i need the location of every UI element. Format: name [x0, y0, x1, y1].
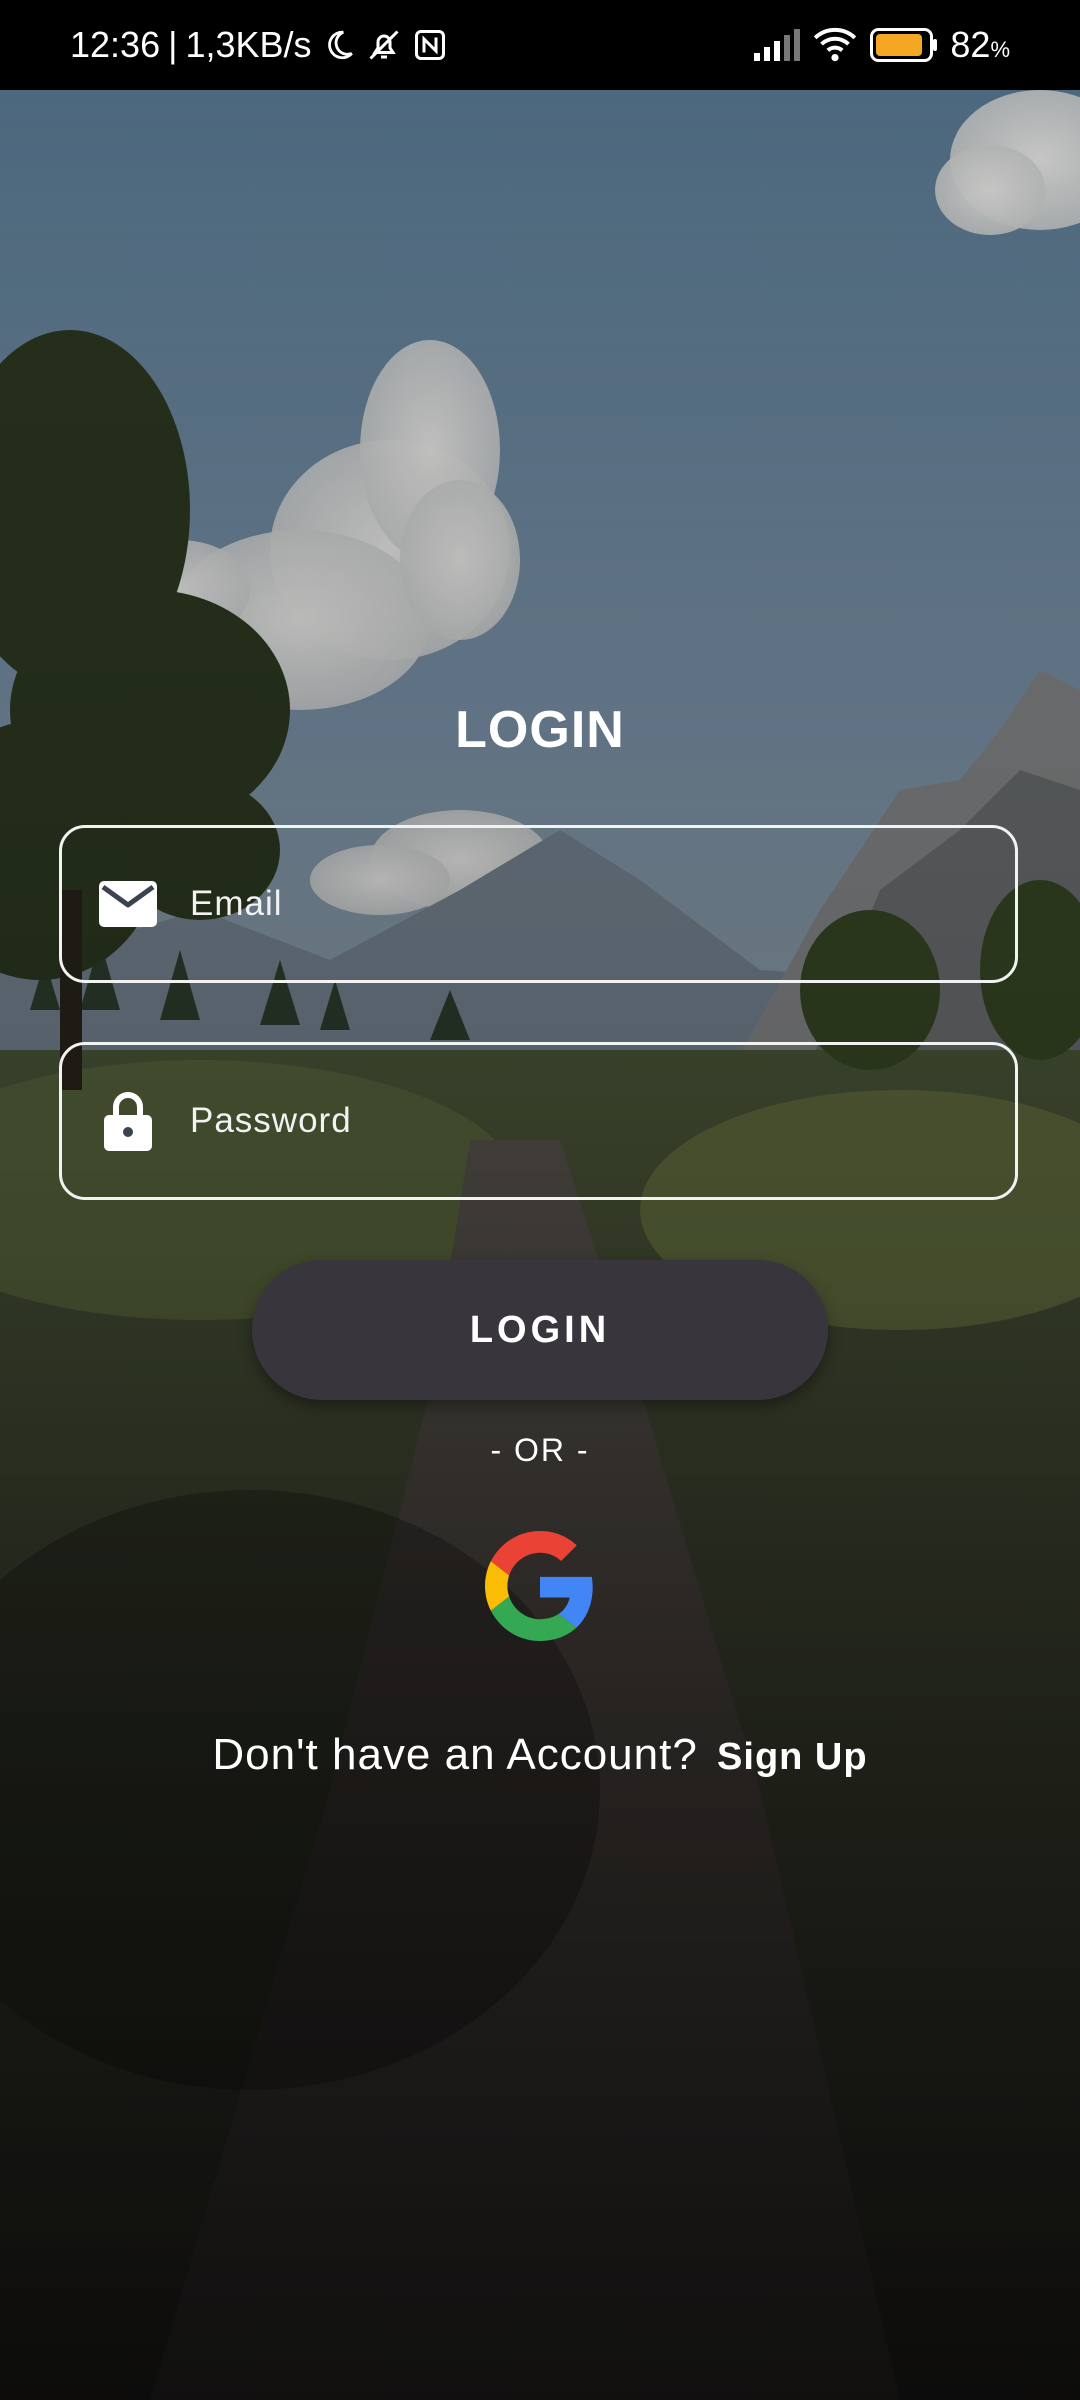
signup-link[interactable]: Sign Up — [717, 1736, 868, 1778]
network-speed: 1,3KB/s — [185, 24, 312, 65]
background-landscape-image — [0, 90, 1080, 2400]
mail-icon — [98, 874, 158, 934]
login-button[interactable]: LOGIN — [252, 1260, 828, 1400]
status-time: 12:36 — [70, 24, 161, 65]
login-screen: 12:36 | 1,3KB/s 82% LOGIN Email LOGIN - … — [0, 0, 1080, 2400]
wifi-icon — [812, 27, 858, 63]
or-divider: - OR - — [490, 1432, 590, 1468]
email-field[interactable] — [59, 825, 1018, 983]
email-input[interactable] — [188, 883, 1015, 925]
signup-row: Don't have an Account? Sign Up — [0, 1730, 1080, 1780]
status-bar: 12:36 | 1,3KB/s 82% — [0, 0, 1080, 90]
signal-icon — [752, 29, 801, 61]
google-signin-button[interactable] — [485, 1531, 595, 1641]
status-bar-right: 82% — [752, 0, 1010, 90]
battery-icon — [870, 28, 938, 62]
lock-icon — [98, 1091, 158, 1151]
google-icon — [485, 1531, 593, 1641]
password-field[interactable] — [59, 1042, 1018, 1200]
page-title: LOGIN — [455, 701, 625, 759]
battery-percent: 82% — [950, 24, 1010, 65]
nfc-icon — [412, 27, 448, 63]
moon-icon — [322, 28, 356, 62]
password-input[interactable] — [188, 1100, 1015, 1142]
bell-off-icon — [366, 27, 402, 63]
status-separator: | — [168, 24, 178, 65]
signup-prompt: Don't have an Account? — [212, 1730, 698, 1779]
status-bar-left: 12:36 | 1,3KB/s — [70, 0, 448, 90]
